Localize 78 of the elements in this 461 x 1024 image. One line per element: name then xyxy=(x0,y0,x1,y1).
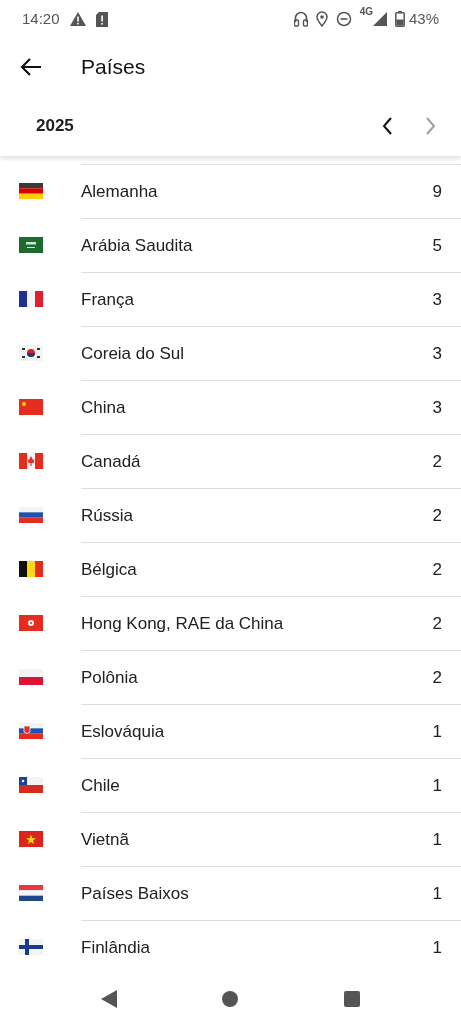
clock-time: 14:20 xyxy=(22,8,60,29)
country-name: China xyxy=(81,396,127,419)
visit-count: 1 xyxy=(432,720,442,743)
year-label: 2025 xyxy=(36,115,75,138)
country-row[interactable]: Hong Kong, RAE da China 2 xyxy=(0,596,461,650)
visit-count: 2 xyxy=(432,612,442,635)
recents-square-icon[interactable] xyxy=(344,991,361,1007)
visit-count: 2 xyxy=(432,666,442,689)
flag-icon xyxy=(19,345,43,361)
flag-icon xyxy=(19,831,43,847)
flag-icon xyxy=(19,885,43,901)
flag-icon xyxy=(19,777,43,793)
flag-icon xyxy=(19,399,43,415)
country-name: Vietnã xyxy=(81,828,130,851)
country-row[interactable]: Bélgica 2 xyxy=(0,542,461,596)
country-name: Alemanha xyxy=(81,180,159,203)
flag-icon xyxy=(19,237,43,253)
screen-title: Países xyxy=(81,54,146,81)
country-row[interactable]: França 3 xyxy=(0,272,461,326)
country-name: França xyxy=(81,288,135,311)
country-name: Coreia do Sul xyxy=(81,342,185,365)
network-type: 4G xyxy=(359,4,373,19)
country-name: Países Baixos xyxy=(81,882,190,905)
warning-icon xyxy=(69,12,86,26)
flag-icon xyxy=(19,507,43,523)
battery-level: 43% xyxy=(408,8,439,29)
visit-count: 2 xyxy=(432,450,442,473)
flag-icon xyxy=(19,561,43,577)
country-row[interactable]: Arábia Saudita 5 xyxy=(0,218,461,272)
country-row[interactable]: Rússia 2 xyxy=(0,488,461,542)
flag-icon xyxy=(19,183,43,199)
chevron-left-icon xyxy=(380,116,394,136)
visit-count: 3 xyxy=(432,288,442,311)
do-not-disturb-icon xyxy=(335,11,352,27)
visit-count: 3 xyxy=(432,342,442,365)
flag-icon xyxy=(19,615,43,631)
country-row[interactable]: Alemanha 9 xyxy=(0,164,461,218)
country-row[interactable]: Coreia do Sul 3 xyxy=(0,326,461,380)
country-row[interactable]: Canadá 2 xyxy=(0,434,461,488)
flag-icon xyxy=(19,723,43,739)
country-row[interactable]: Países Baixos 1 xyxy=(0,866,461,920)
country-name: Polônia xyxy=(81,666,139,689)
country-name: Bélgica xyxy=(81,558,138,581)
battery-icon xyxy=(394,11,405,27)
headphones-icon xyxy=(293,11,308,27)
country-name: Arábia Saudita xyxy=(81,234,194,257)
country-row[interactable]: Polônia 2 xyxy=(0,650,461,704)
visit-count: 1 xyxy=(432,936,442,959)
back-arrow-icon xyxy=(20,57,42,77)
country-name: Eslováquia xyxy=(81,720,166,743)
country-row[interactable]: Eslováquia 1 xyxy=(0,704,461,758)
visit-count: 1 xyxy=(432,774,442,797)
visit-count: 1 xyxy=(432,828,442,851)
visit-count: 1 xyxy=(432,882,442,905)
country-name: Finlândia xyxy=(81,936,151,959)
location-icon xyxy=(315,11,328,27)
back-triangle-icon[interactable] xyxy=(100,990,117,1008)
signal-icon xyxy=(372,12,387,26)
visit-count: 9 xyxy=(432,180,442,203)
visit-count: 5 xyxy=(432,234,442,257)
country-row[interactable]: China 3 xyxy=(0,380,461,434)
flag-icon xyxy=(19,669,43,685)
country-name: Hong Kong, RAE da China xyxy=(81,612,285,635)
flag-icon xyxy=(19,453,43,469)
visit-count: 2 xyxy=(432,558,442,581)
country-row[interactable]: Chile 1 xyxy=(0,758,461,812)
flag-icon xyxy=(19,939,43,955)
country-name: Rússia xyxy=(81,504,134,527)
flag-icon xyxy=(19,291,43,307)
country-row[interactable]: Finlândia 1 xyxy=(0,920,461,974)
visit-count: 3 xyxy=(432,396,442,419)
home-circle-icon[interactable] xyxy=(222,991,239,1007)
country-name: Canadá xyxy=(81,450,142,473)
sim-alert-icon xyxy=(95,11,108,27)
country-row[interactable]: Vietnã 1 xyxy=(0,812,461,866)
country-name: Chile xyxy=(81,774,121,797)
chevron-right-icon xyxy=(423,116,437,136)
visit-count: 2 xyxy=(432,504,442,527)
